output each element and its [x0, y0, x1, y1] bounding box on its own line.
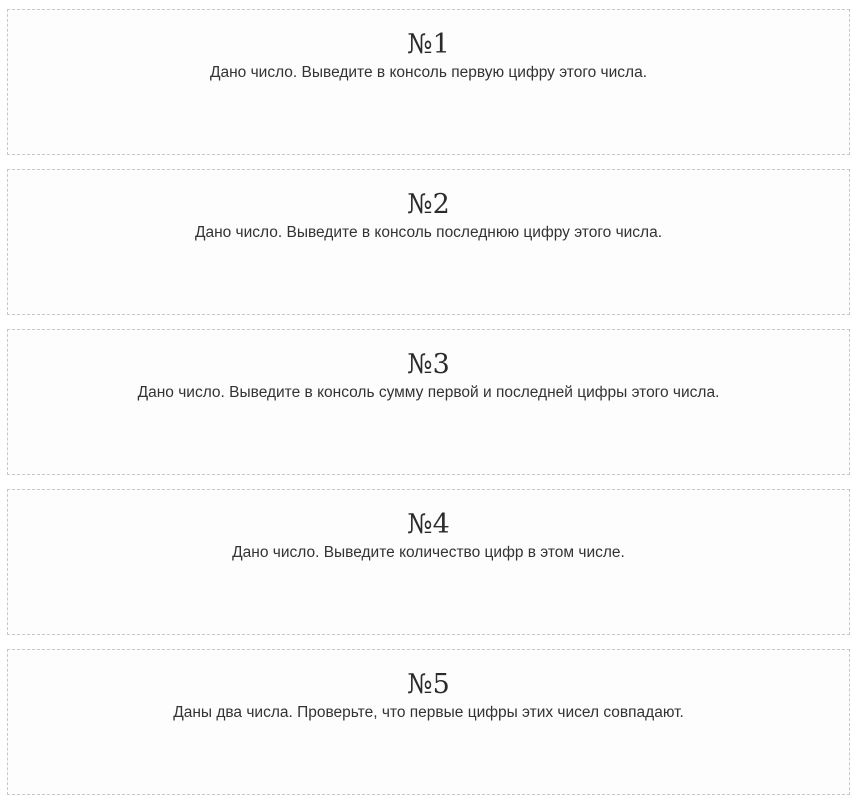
task-description: Даны два числа. Проверьте, что первые ци…	[173, 704, 684, 721]
task-card-4: №4 Дано число. Выведите количество цифр …	[7, 489, 850, 635]
task-description: Дано число. Выведите количество цифр в э…	[232, 544, 625, 561]
task-description: Дано число. Выведите в консоль сумму пер…	[137, 384, 720, 401]
task-number: №3	[407, 349, 450, 380]
task-card-2: №2 Дано число. Выведите в консоль послед…	[7, 169, 850, 315]
task-list: №1 Дано число. Выведите в консоль первую…	[7, 9, 850, 809]
task-card-3: №3 Дано число. Выведите в консоль сумму …	[7, 329, 850, 475]
task-card-5: №5 Даны два числа. Проверьте, что первые…	[7, 649, 850, 795]
task-description: Дано число. Выведите в консоль последнюю…	[194, 224, 663, 241]
task-number: №2	[407, 189, 450, 220]
task-card-1: №1 Дано число. Выведите в консоль первую…	[7, 9, 850, 155]
task-description: Дано число. Выведите в консоль первую ци…	[209, 64, 648, 81]
task-number: №4	[407, 509, 450, 540]
task-number: №1	[407, 29, 450, 60]
task-number: №5	[407, 669, 450, 700]
